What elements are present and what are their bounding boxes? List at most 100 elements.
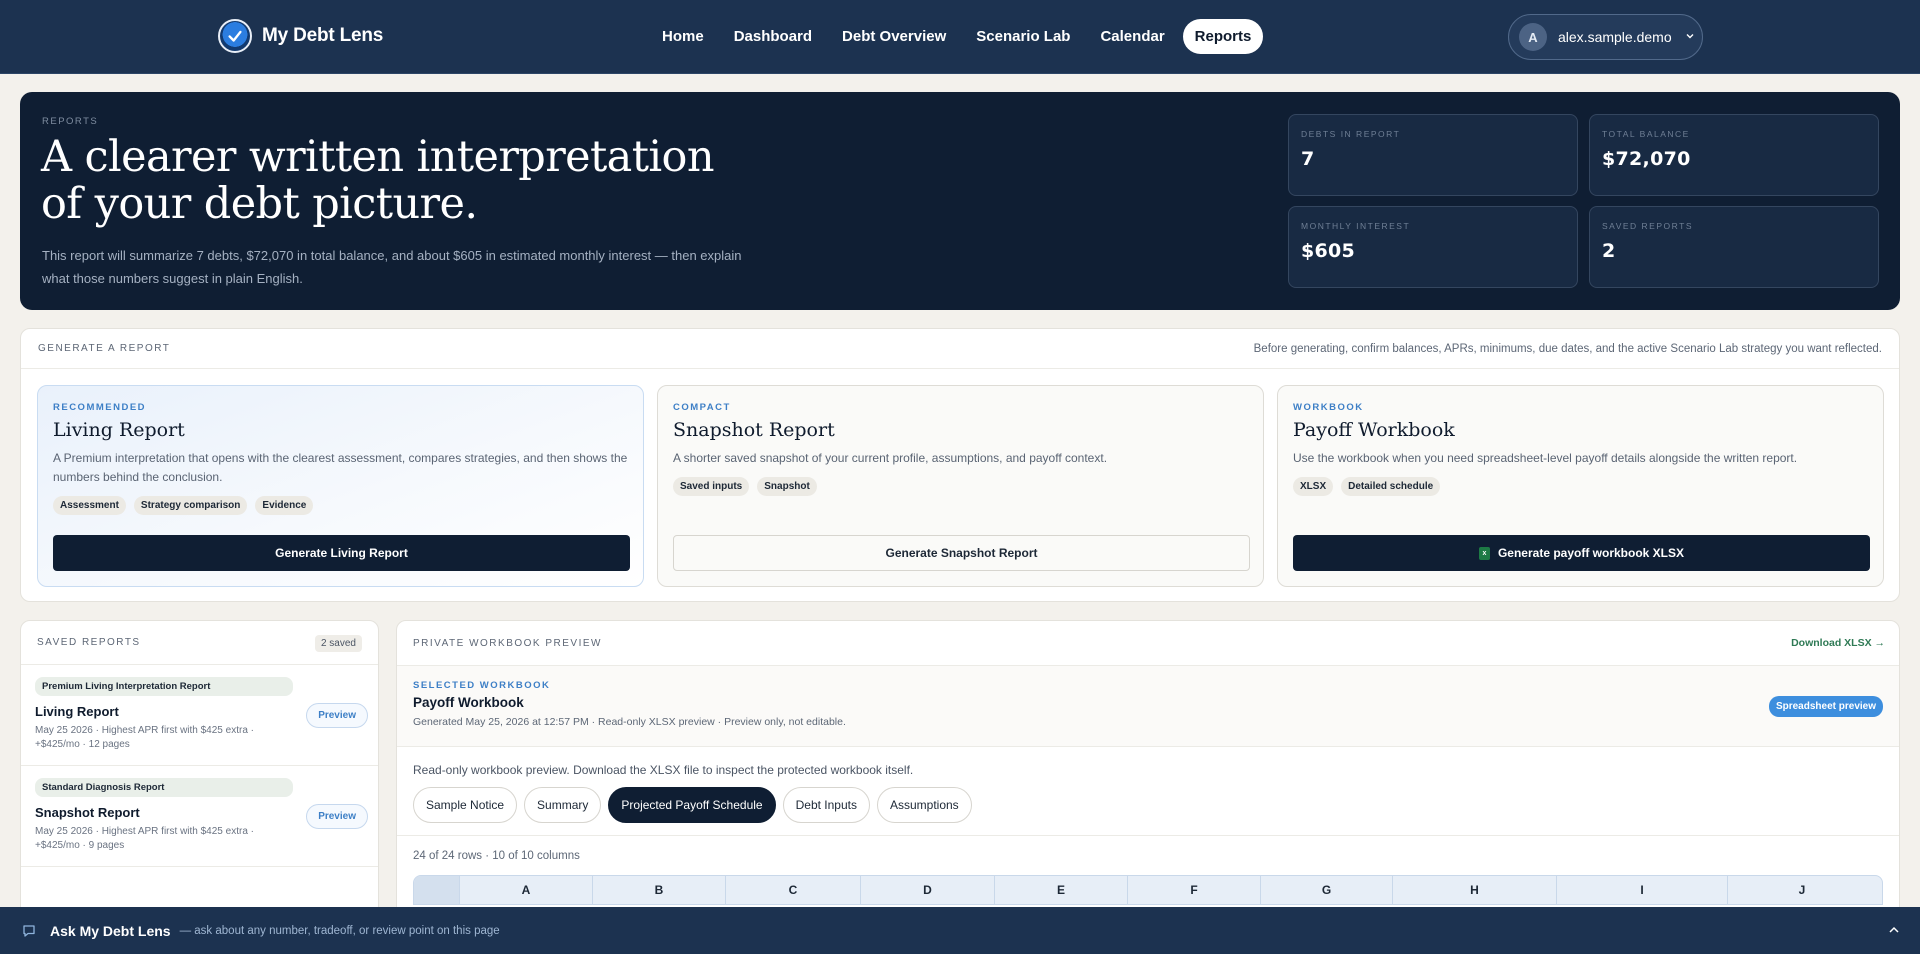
generate-report-panel: GENERATE A REPORT Before generating, con… xyxy=(20,328,1900,602)
workbook-header: PRIVATE WORKBOOK PREVIEW Download XLSX → xyxy=(397,621,1899,666)
column-header[interactable]: J xyxy=(1728,876,1876,904)
column-header[interactable]: H xyxy=(1393,876,1557,904)
ask-hint: — ask about any number, tradeoff, or rev… xyxy=(179,924,500,937)
selected-workbook: SELECTED WORKBOOK Payoff Workbook Genera… xyxy=(397,666,1899,747)
generate-note: Before generating, confirm balances, APR… xyxy=(1253,343,1882,355)
chip: Strategy comparison xyxy=(133,496,248,515)
stat-debts-in-report: DEBTS IN REPORT 7 xyxy=(1288,114,1578,196)
workbook-eyebrow: PRIVATE WORKBOOK PREVIEW xyxy=(413,638,602,649)
workbook-note: Read-only workbook preview. Download the… xyxy=(413,763,914,777)
brand-logo-icon xyxy=(218,19,252,53)
spreadsheet-icon: x xyxy=(1478,546,1490,560)
generate-header: GENERATE A REPORT Before generating, con… xyxy=(21,329,1899,369)
saved-count-badge: 2 saved xyxy=(314,635,362,652)
stat-value: 2 xyxy=(1602,240,1616,262)
chip: Detailed schedule xyxy=(1341,477,1441,496)
chip-list: Assessment Strategy comparison Evidence xyxy=(53,496,628,515)
preview-button[interactable]: Preview xyxy=(306,804,368,829)
brand-name: My Debt Lens xyxy=(262,25,384,46)
chevron-down-icon xyxy=(1685,31,1695,44)
column-header[interactable]: F xyxy=(1128,876,1261,904)
card-eyebrow: WORKBOOK xyxy=(1293,402,1364,413)
chip-list: XLSX Detailed schedule xyxy=(1293,477,1868,496)
button-label: Generate Living Report xyxy=(275,546,408,560)
spreadsheet-column-header: A B C D E F G H I J xyxy=(413,875,1883,905)
nav-links: Home Dashboard Debt Overview Scenario La… xyxy=(650,19,1264,54)
nav-link-calendar[interactable]: Calendar xyxy=(1088,19,1176,54)
report-meta: May 25 2026 · Highest APR first with $42… xyxy=(35,826,254,851)
report-type-tag: Standard Diagnosis Report xyxy=(35,778,293,797)
card-description: A Premium interpretation that opens with… xyxy=(53,451,628,484)
tab-summary[interactable]: Summary xyxy=(524,787,602,823)
stat-saved-reports: SAVED REPORTS 2 xyxy=(1589,206,1879,288)
generate-eyebrow: GENERATE A REPORT xyxy=(38,343,171,354)
chip-list: Saved inputs Snapshot xyxy=(673,477,1248,496)
stat-monthly-interest: MONTHLY INTEREST $605 xyxy=(1288,206,1578,288)
user-menu-button[interactable]: A alex.sample.demo xyxy=(1508,14,1703,60)
column-header[interactable]: E xyxy=(995,876,1128,904)
tab-assumptions[interactable]: Assumptions xyxy=(876,787,972,823)
card-living-report: RECOMMENDED Living Report A Premium inte… xyxy=(37,385,644,587)
nav-link-home[interactable]: Home xyxy=(650,19,716,54)
workbook-title: Payoff Workbook xyxy=(413,695,524,710)
nav-link-dashboard[interactable]: Dashboard xyxy=(722,19,824,54)
card-title: Living Report xyxy=(53,419,185,441)
list-item[interactable]: Standard Diagnosis Report Snapshot Repor… xyxy=(21,766,378,867)
saved-reports-panel: SAVED REPORTS 2 saved Premium Living Int… xyxy=(20,620,379,920)
workbook-meta: Generated May 25, 2026 at 12:57 PM · Rea… xyxy=(413,716,846,728)
rows-info: 24 of 24 rows · 10 of 10 columns xyxy=(413,850,580,862)
card-eyebrow: COMPACT xyxy=(673,402,731,413)
chip: XLSX xyxy=(1293,477,1334,496)
hero-panel: REPORTS A clearer written interpretation… xyxy=(20,92,1900,310)
top-nav: My Debt Lens Home Dashboard Debt Overvie… xyxy=(0,0,1920,74)
column-header[interactable]: B xyxy=(593,876,726,904)
column-header[interactable]: A xyxy=(460,876,593,904)
avatar: A xyxy=(1519,23,1547,51)
card-title: Payoff Workbook xyxy=(1293,419,1455,441)
chip: Snapshot xyxy=(757,477,817,496)
report-meta: May 25 2026 · Highest APR first with $42… xyxy=(35,725,254,750)
button-label: Generate Snapshot Report xyxy=(885,546,1038,560)
tab-projected-payoff-schedule[interactable]: Projected Payoff Schedule xyxy=(608,787,776,823)
brand[interactable]: My Debt Lens xyxy=(218,19,383,53)
column-header[interactable]: D xyxy=(861,876,995,904)
workbook-body: Read-only workbook preview. Download the… xyxy=(397,747,1899,919)
stat-value: $72,070 xyxy=(1602,148,1691,170)
column-header[interactable]: I xyxy=(1557,876,1728,904)
card-description: Use the workbook when you need spreadshe… xyxy=(1293,451,1798,465)
selected-eyebrow: SELECTED WORKBOOK xyxy=(413,680,551,691)
saved-eyebrow: SAVED REPORTS xyxy=(37,637,141,648)
spreadsheet-preview-badge: Spreadsheet preview xyxy=(1768,696,1883,717)
chip: Evidence xyxy=(255,496,314,515)
workbook-preview-panel: PRIVATE WORKBOOK PREVIEW Download XLSX →… xyxy=(396,620,1900,920)
column-header[interactable]: G xyxy=(1261,876,1393,904)
card-snapshot-report: COMPACT Snapshot Report A shorter saved … xyxy=(657,385,1264,587)
nav-link-scenario-lab[interactable]: Scenario Lab xyxy=(964,19,1082,54)
list-item[interactable]: Premium Living Interpretation Report Liv… xyxy=(21,665,378,766)
hero-eyebrow: REPORTS xyxy=(42,116,99,127)
tab-sample-notice[interactable]: Sample Notice xyxy=(413,787,518,823)
ask-assistant-bar[interactable]: Ask My Debt Lens — ask about any number,… xyxy=(0,907,1920,954)
generate-payoff-workbook-button[interactable]: x Generate payoff workbook XLSX xyxy=(1293,535,1870,571)
tab-debt-inputs[interactable]: Debt Inputs xyxy=(782,787,870,823)
stat-value: $605 xyxy=(1301,240,1356,262)
sheet-tabs: Sample Notice Summary Projected Payoff S… xyxy=(413,787,1883,823)
stat-total-balance: TOTAL BALANCE $72,070 xyxy=(1589,114,1879,196)
stat-label: SAVED REPORTS xyxy=(1602,221,1693,231)
report-type-tag: Premium Living Interpretation Report xyxy=(35,677,293,696)
generate-living-report-button[interactable]: Generate Living Report xyxy=(53,535,630,571)
stat-label: TOTAL BALANCE xyxy=(1602,129,1690,139)
column-header[interactable]: C xyxy=(726,876,861,904)
nav-link-debt-overview[interactable]: Debt Overview xyxy=(830,19,958,54)
nav-link-reports[interactable]: Reports xyxy=(1182,19,1264,54)
hero-subtitle: This report will summarize 7 debts, $72,… xyxy=(42,248,742,286)
chevron-up-icon[interactable] xyxy=(1888,924,1900,936)
ask-title: Ask My Debt Lens xyxy=(50,922,171,939)
generate-snapshot-report-button[interactable]: Generate Snapshot Report xyxy=(673,535,1250,571)
button-label: Generate payoff workbook XLSX xyxy=(1497,546,1685,560)
chip: Saved inputs xyxy=(673,477,750,496)
stat-value: 7 xyxy=(1301,148,1315,170)
download-xlsx-link[interactable]: Download XLSX → xyxy=(1791,637,1885,649)
preview-button[interactable]: Preview xyxy=(306,703,368,728)
grid-corner xyxy=(414,876,460,904)
